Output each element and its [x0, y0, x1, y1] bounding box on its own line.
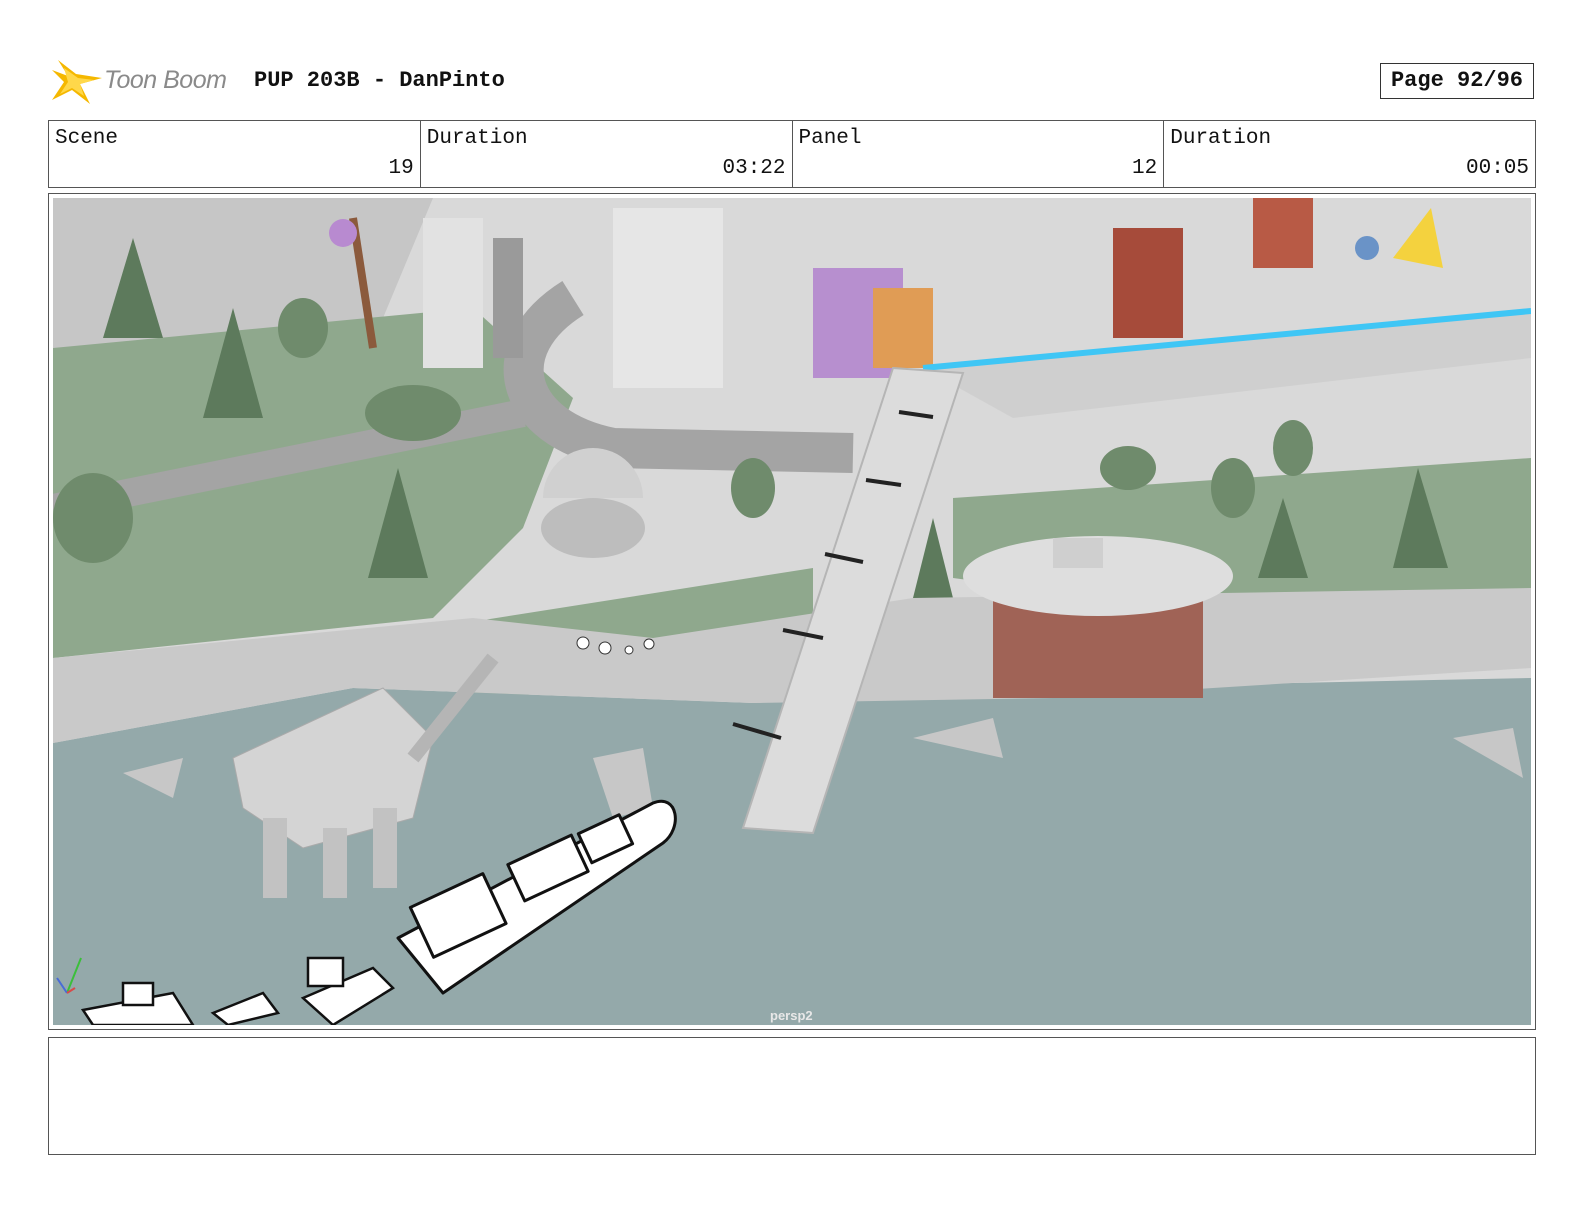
scene-value: 19 [388, 157, 414, 180]
scene-label: Scene [55, 127, 119, 150]
page-indicator: Page 92/96 [1380, 63, 1534, 99]
document-title: PUP 203B - DanPinto [254, 68, 505, 93]
panel-cell: Panel 12 [793, 121, 1165, 187]
scene-duration-value: 03:22 [722, 157, 786, 180]
panel-label: Panel [798, 127, 862, 150]
scene-duration-label: Duration [426, 127, 528, 150]
camera-label: persp2 [770, 1008, 813, 1023]
dark-building [493, 238, 523, 358]
storyboard-panel [48, 193, 1536, 1030]
scene-cell: Scene 19 [49, 121, 421, 187]
red-building [1253, 198, 1313, 268]
info-table: Scene 19 Duration 03:22 Panel 12 Duratio… [48, 120, 1536, 188]
observatory-base [541, 498, 645, 558]
panel-artwork [53, 198, 1531, 1025]
scene-duration-cell: Duration 03:22 [421, 121, 793, 187]
panel-value: 12 [1132, 157, 1158, 180]
red-tower [1113, 228, 1183, 338]
round-tower-cap [1053, 538, 1103, 568]
panel-duration-value: 00:05 [1465, 157, 1529, 180]
panel-duration-cell: Duration 00:05 [1164, 121, 1535, 187]
orange-house [873, 288, 933, 368]
lamp-globe-right [1355, 236, 1379, 260]
notes-box [48, 1037, 1536, 1155]
toon-boom-logo: Toon Boom [50, 56, 240, 108]
logo-text: Toon Boom [104, 66, 227, 94]
starburst-icon [52, 60, 102, 104]
panel-duration-label: Duration [1170, 127, 1272, 150]
central-building [613, 208, 723, 388]
tower-building [423, 218, 483, 368]
lamp-globe [329, 219, 357, 247]
